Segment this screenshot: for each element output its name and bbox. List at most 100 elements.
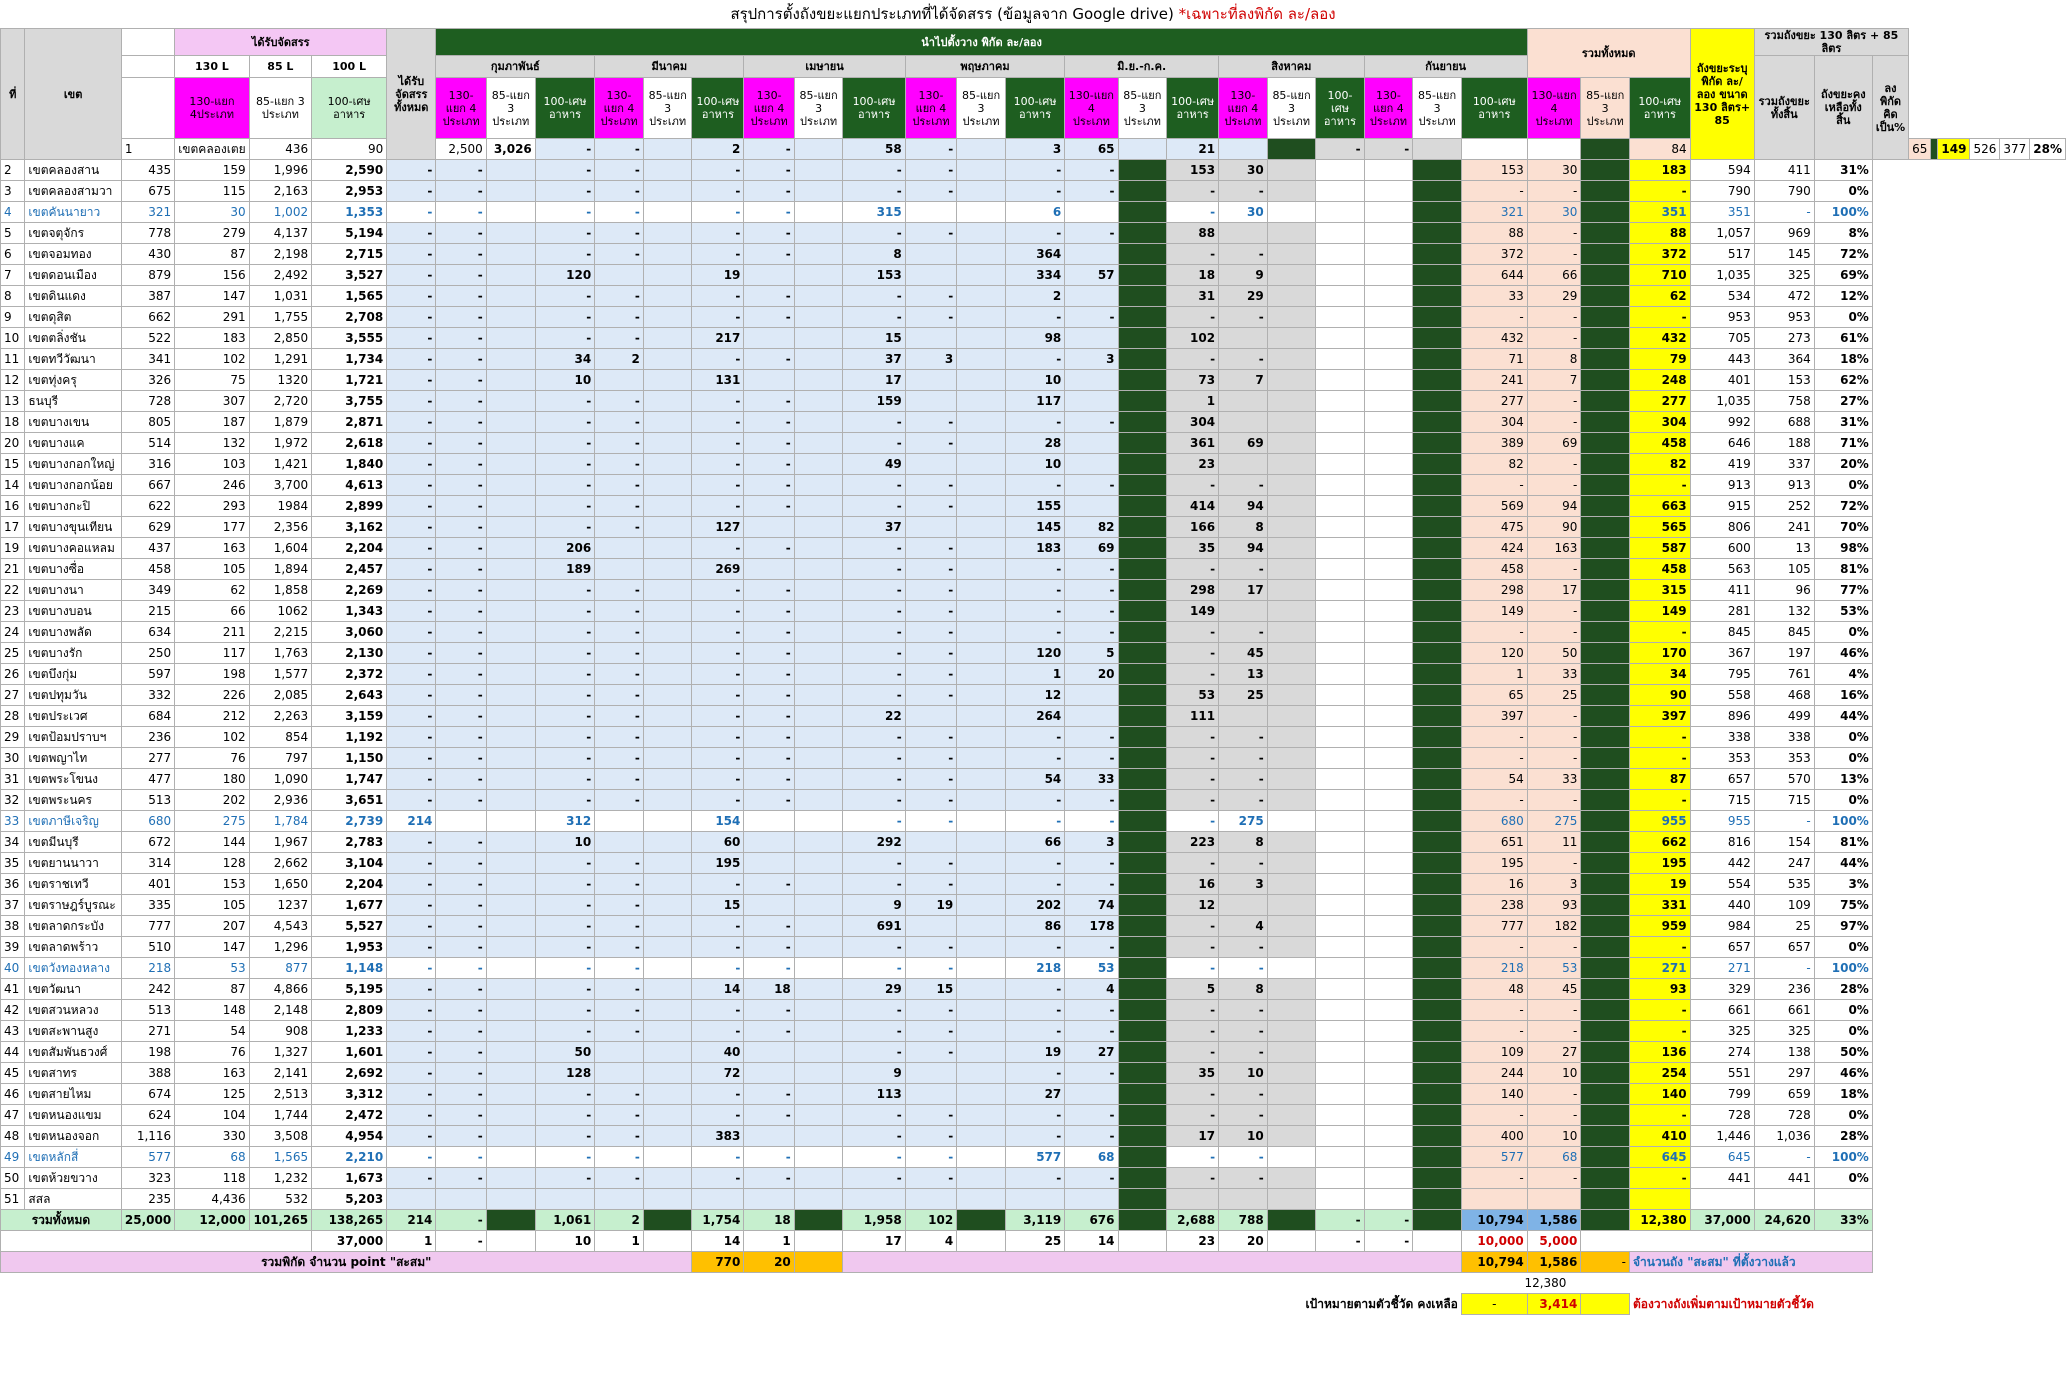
row-month-100	[1412, 705, 1462, 727]
row-month-130: 9	[842, 894, 906, 916]
row-no: 36	[0, 873, 26, 895]
row-sum-all: 1,035	[1689, 390, 1755, 412]
row-month-85: -	[435, 684, 487, 706]
row-month-100	[1117, 1020, 1168, 1042]
row-month-100	[485, 243, 536, 265]
points-row: รวมพิกัด จำนวน point "สะสม" 770 20 10,794 1,…	[0, 1251, 2066, 1273]
header-row-1: ที่ เขต ได้รับจัดสรร ได้รับจัดสรรทั้งหมด นำไ…	[0, 28, 2066, 160]
row-month-85: -	[1218, 1146, 1268, 1168]
row-month-100	[642, 1188, 693, 1210]
row-month-130: -	[534, 1125, 596, 1147]
row-month-130: 154	[691, 810, 745, 832]
row-pct: 100%	[1813, 201, 1873, 223]
row-month-100	[485, 936, 536, 958]
row-month-100	[642, 1020, 693, 1042]
row-85l: 117	[174, 642, 250, 664]
row-month-85: -	[1218, 621, 1268, 643]
row-pin: 87	[1629, 768, 1691, 790]
table-row: 30 เขตพญาไท 277 76 797 1,150- - - - - - - - - - - - - - -35…	[0, 747, 2066, 769]
row-month-130: 117	[1004, 390, 1066, 412]
row-month-85: -	[435, 1020, 487, 1042]
row-month-130	[1315, 306, 1365, 328]
row-month-85	[1363, 285, 1414, 307]
row-month-85	[904, 1188, 958, 1210]
row-month-130: 8	[842, 243, 906, 265]
row-130l: 667	[120, 474, 176, 496]
row-month-130: 12	[1004, 684, 1066, 706]
row-month-130	[1315, 684, 1365, 706]
row-sum-100	[1580, 558, 1630, 580]
row-month-100	[485, 222, 536, 244]
row-month-85	[1526, 138, 1582, 160]
row-month-85: -	[1064, 621, 1119, 643]
row-month-85	[1064, 1188, 1119, 1210]
row-district: เขตบางขุนเทียน	[24, 516, 122, 538]
row-month-85: -	[743, 936, 795, 958]
total-label: รวมทั้งหมด	[0, 1209, 122, 1231]
row-month-85: 4	[1218, 915, 1268, 937]
row-month-100	[642, 1167, 693, 1189]
row-month-85: 10	[1218, 1125, 1268, 1147]
row-85l: 147	[174, 285, 250, 307]
row-month-130: -	[842, 684, 906, 706]
row-month-100	[1412, 726, 1462, 748]
row-month-85: -	[594, 600, 644, 622]
row-month-100	[793, 873, 844, 895]
row-month-85: -	[743, 411, 795, 433]
row-month-100	[956, 495, 1006, 517]
row-month-130: -	[1004, 999, 1066, 1021]
row-month-130: -	[534, 1167, 596, 1189]
row-sum-all: 1,035	[1689, 264, 1755, 286]
row-sum-85: -	[1526, 558, 1582, 580]
row-month-130: -	[1166, 768, 1220, 790]
row-month-85: -	[743, 579, 795, 601]
header-month-130: 130-แยก 4 ประเภท	[1218, 77, 1268, 139]
row-month-130: 414	[1166, 495, 1220, 517]
row-85l: 275	[174, 810, 250, 832]
row-month-130	[1315, 201, 1365, 223]
row-month-100	[1412, 789, 1462, 811]
table-row: 13 ธนบุรี 728 307 2,720 3,755- - - - - -159 117 1 277…	[0, 390, 2066, 412]
row-sum-all: 554	[1689, 873, 1755, 895]
row-received-total: 5,195	[311, 978, 388, 1000]
row-received-total: 1,953	[311, 936, 388, 958]
row-month-130: 298	[1166, 579, 1220, 601]
row-pct: 61%	[1813, 327, 1873, 349]
row-month-130	[1315, 264, 1365, 286]
row-month-130: -	[386, 894, 437, 916]
row-month-130: 189	[534, 558, 596, 580]
row-sum-all: 271	[1689, 957, 1755, 979]
row-sum-85: -	[1526, 474, 1582, 496]
row-sum-85: 68	[1526, 1146, 1582, 1168]
row-received-total: 2,809	[311, 999, 388, 1021]
row-month-100	[485, 978, 536, 1000]
row-month-100	[793, 390, 844, 412]
row-month-100	[1412, 495, 1462, 517]
row-district: เขตยานนาวา	[24, 852, 122, 874]
row-pin: 315	[1629, 579, 1691, 601]
row-month-100	[793, 432, 844, 454]
row-month-100	[793, 327, 844, 349]
row-month-85: -	[743, 915, 795, 937]
row-100l: 1,604	[248, 537, 313, 559]
row-month-130: 2	[1004, 285, 1066, 307]
row-month-100	[1266, 306, 1317, 328]
row-month-100	[485, 894, 536, 916]
target-value: 3,414	[1526, 1293, 1582, 1315]
row-month-100	[1266, 705, 1317, 727]
row-month-130: 27	[1004, 1083, 1066, 1105]
row-month-85: -	[435, 390, 487, 412]
header-received-total: ได้รับจัดสรรทั้งหมด	[386, 28, 437, 160]
row-month-85: -	[1064, 411, 1119, 433]
row-130l: 634	[120, 621, 176, 643]
row-month-85: -	[594, 495, 644, 517]
row-month-130: -	[842, 642, 906, 664]
row-sum-all: 329	[1689, 978, 1755, 1000]
row-month-85: -	[743, 705, 795, 727]
row-month-85: -	[594, 285, 644, 307]
row-pct: 18%	[1813, 1083, 1873, 1105]
row-month-130: -	[691, 663, 745, 685]
row-month-85: -	[594, 516, 644, 538]
row-month-85: -	[594, 768, 644, 790]
row-month-85: -	[435, 201, 487, 223]
